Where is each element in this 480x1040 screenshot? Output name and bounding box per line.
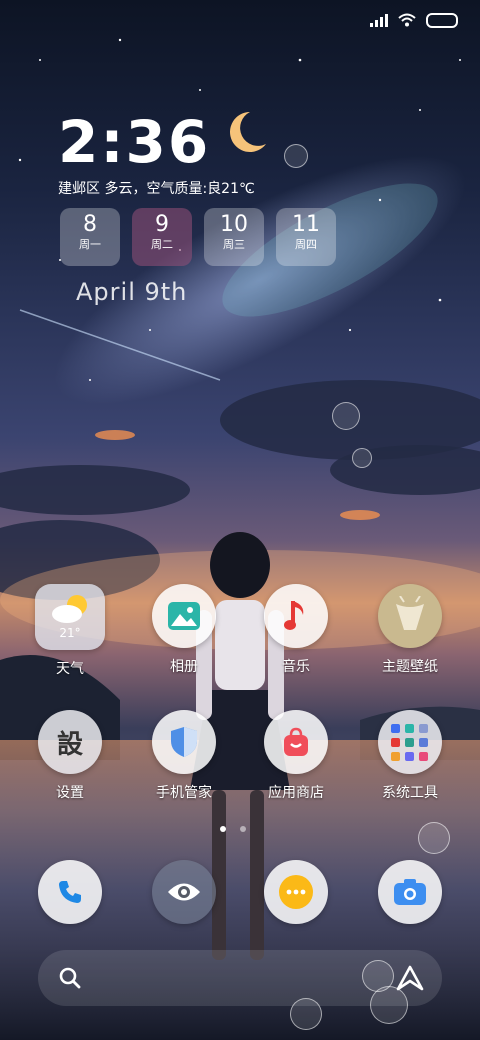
day-number: 10 (220, 212, 248, 237)
assistant-icon[interactable] (396, 965, 424, 991)
search-bar[interactable] (38, 950, 442, 1006)
app-label: 应用商店 (268, 785, 324, 801)
app-label: 相册 (170, 659, 198, 675)
day-weekday: 周三 (223, 238, 245, 251)
system-tools-folder-icon[interactable] (378, 710, 442, 774)
security-icon[interactable] (152, 710, 216, 774)
day-weekday: 周一 (79, 238, 101, 251)
bubble-decoration (284, 144, 308, 168)
dock-camera[interactable] (360, 860, 460, 924)
cloud-sun-icon (52, 595, 87, 623)
themes-icon[interactable] (378, 584, 442, 648)
status-bar (370, 10, 458, 30)
shield-icon (171, 727, 197, 757)
search-icon[interactable] (58, 966, 82, 990)
signal-bars-icon (370, 13, 388, 27)
date-text: April 9th (76, 278, 188, 306)
app-label: 天气 (56, 661, 84, 677)
app-store-icon[interactable] (264, 710, 328, 774)
day-card[interactable]: 10 周三 (204, 208, 264, 266)
app-weather[interactable]: 21° 天气 (20, 584, 120, 678)
app-label: 主题壁纸 (382, 659, 438, 675)
weather-temp: 21° (59, 626, 81, 640)
app-security[interactable]: 手机管家 (134, 710, 234, 802)
day-card[interactable]: 11 周四 (276, 208, 336, 266)
app-folder-system-tools[interactable]: 系统工具 (360, 710, 460, 802)
wifi-icon (398, 13, 416, 27)
page-indicator (220, 826, 246, 832)
app-gallery[interactable]: 相册 (134, 584, 234, 676)
dock-browser[interactable] (134, 860, 234, 924)
day-card[interactable]: 8 周一 (60, 208, 120, 266)
page-dot-active (220, 826, 226, 832)
day-number: 8 (83, 212, 97, 237)
settings-icon[interactable]: 設 (38, 710, 102, 774)
day-weekday: 周四 (295, 238, 317, 251)
app-store[interactable]: 应用商店 (246, 710, 346, 802)
shopping-bag-icon (284, 727, 308, 756)
messages-icon[interactable] (264, 860, 328, 924)
dock-messages[interactable] (246, 860, 346, 924)
day-weekday: 周二 (151, 238, 173, 251)
bubble-decoration (352, 448, 372, 468)
weather-icon[interactable]: 21° (35, 584, 105, 650)
phone-icon[interactable] (38, 860, 102, 924)
page-dot (240, 826, 246, 832)
week-days-strip: 8 周一 9 周二 10 周三 11 周四 (60, 208, 336, 266)
clock-time[interactable]: 2:36 (58, 108, 210, 176)
day-number: 9 (155, 212, 169, 237)
app-settings[interactable]: 設 设置 (20, 710, 120, 802)
app-label: 音乐 (282, 659, 310, 675)
app-label: 设置 (56, 785, 84, 801)
browser-eye-icon[interactable] (152, 860, 216, 924)
gallery-icon[interactable] (152, 584, 216, 648)
app-label: 系统工具 (382, 785, 438, 801)
bubble-decoration (418, 822, 450, 854)
bubble-decoration (332, 402, 360, 430)
settings-glyph: 設 (56, 729, 83, 760)
app-themes[interactable]: 主题壁纸 (360, 584, 460, 676)
dock-phone[interactable] (20, 860, 120, 924)
day-number: 11 (292, 212, 320, 237)
music-icon[interactable] (264, 584, 328, 648)
app-label: 手机管家 (156, 785, 212, 801)
app-music[interactable]: 音乐 (246, 584, 346, 676)
weather-summary[interactable]: 建邺区 多云，空气质量:良21℃ (58, 178, 255, 198)
battery-icon (426, 12, 458, 28)
camera-icon[interactable] (378, 860, 442, 924)
day-card-today[interactable]: 9 周二 (132, 208, 192, 266)
